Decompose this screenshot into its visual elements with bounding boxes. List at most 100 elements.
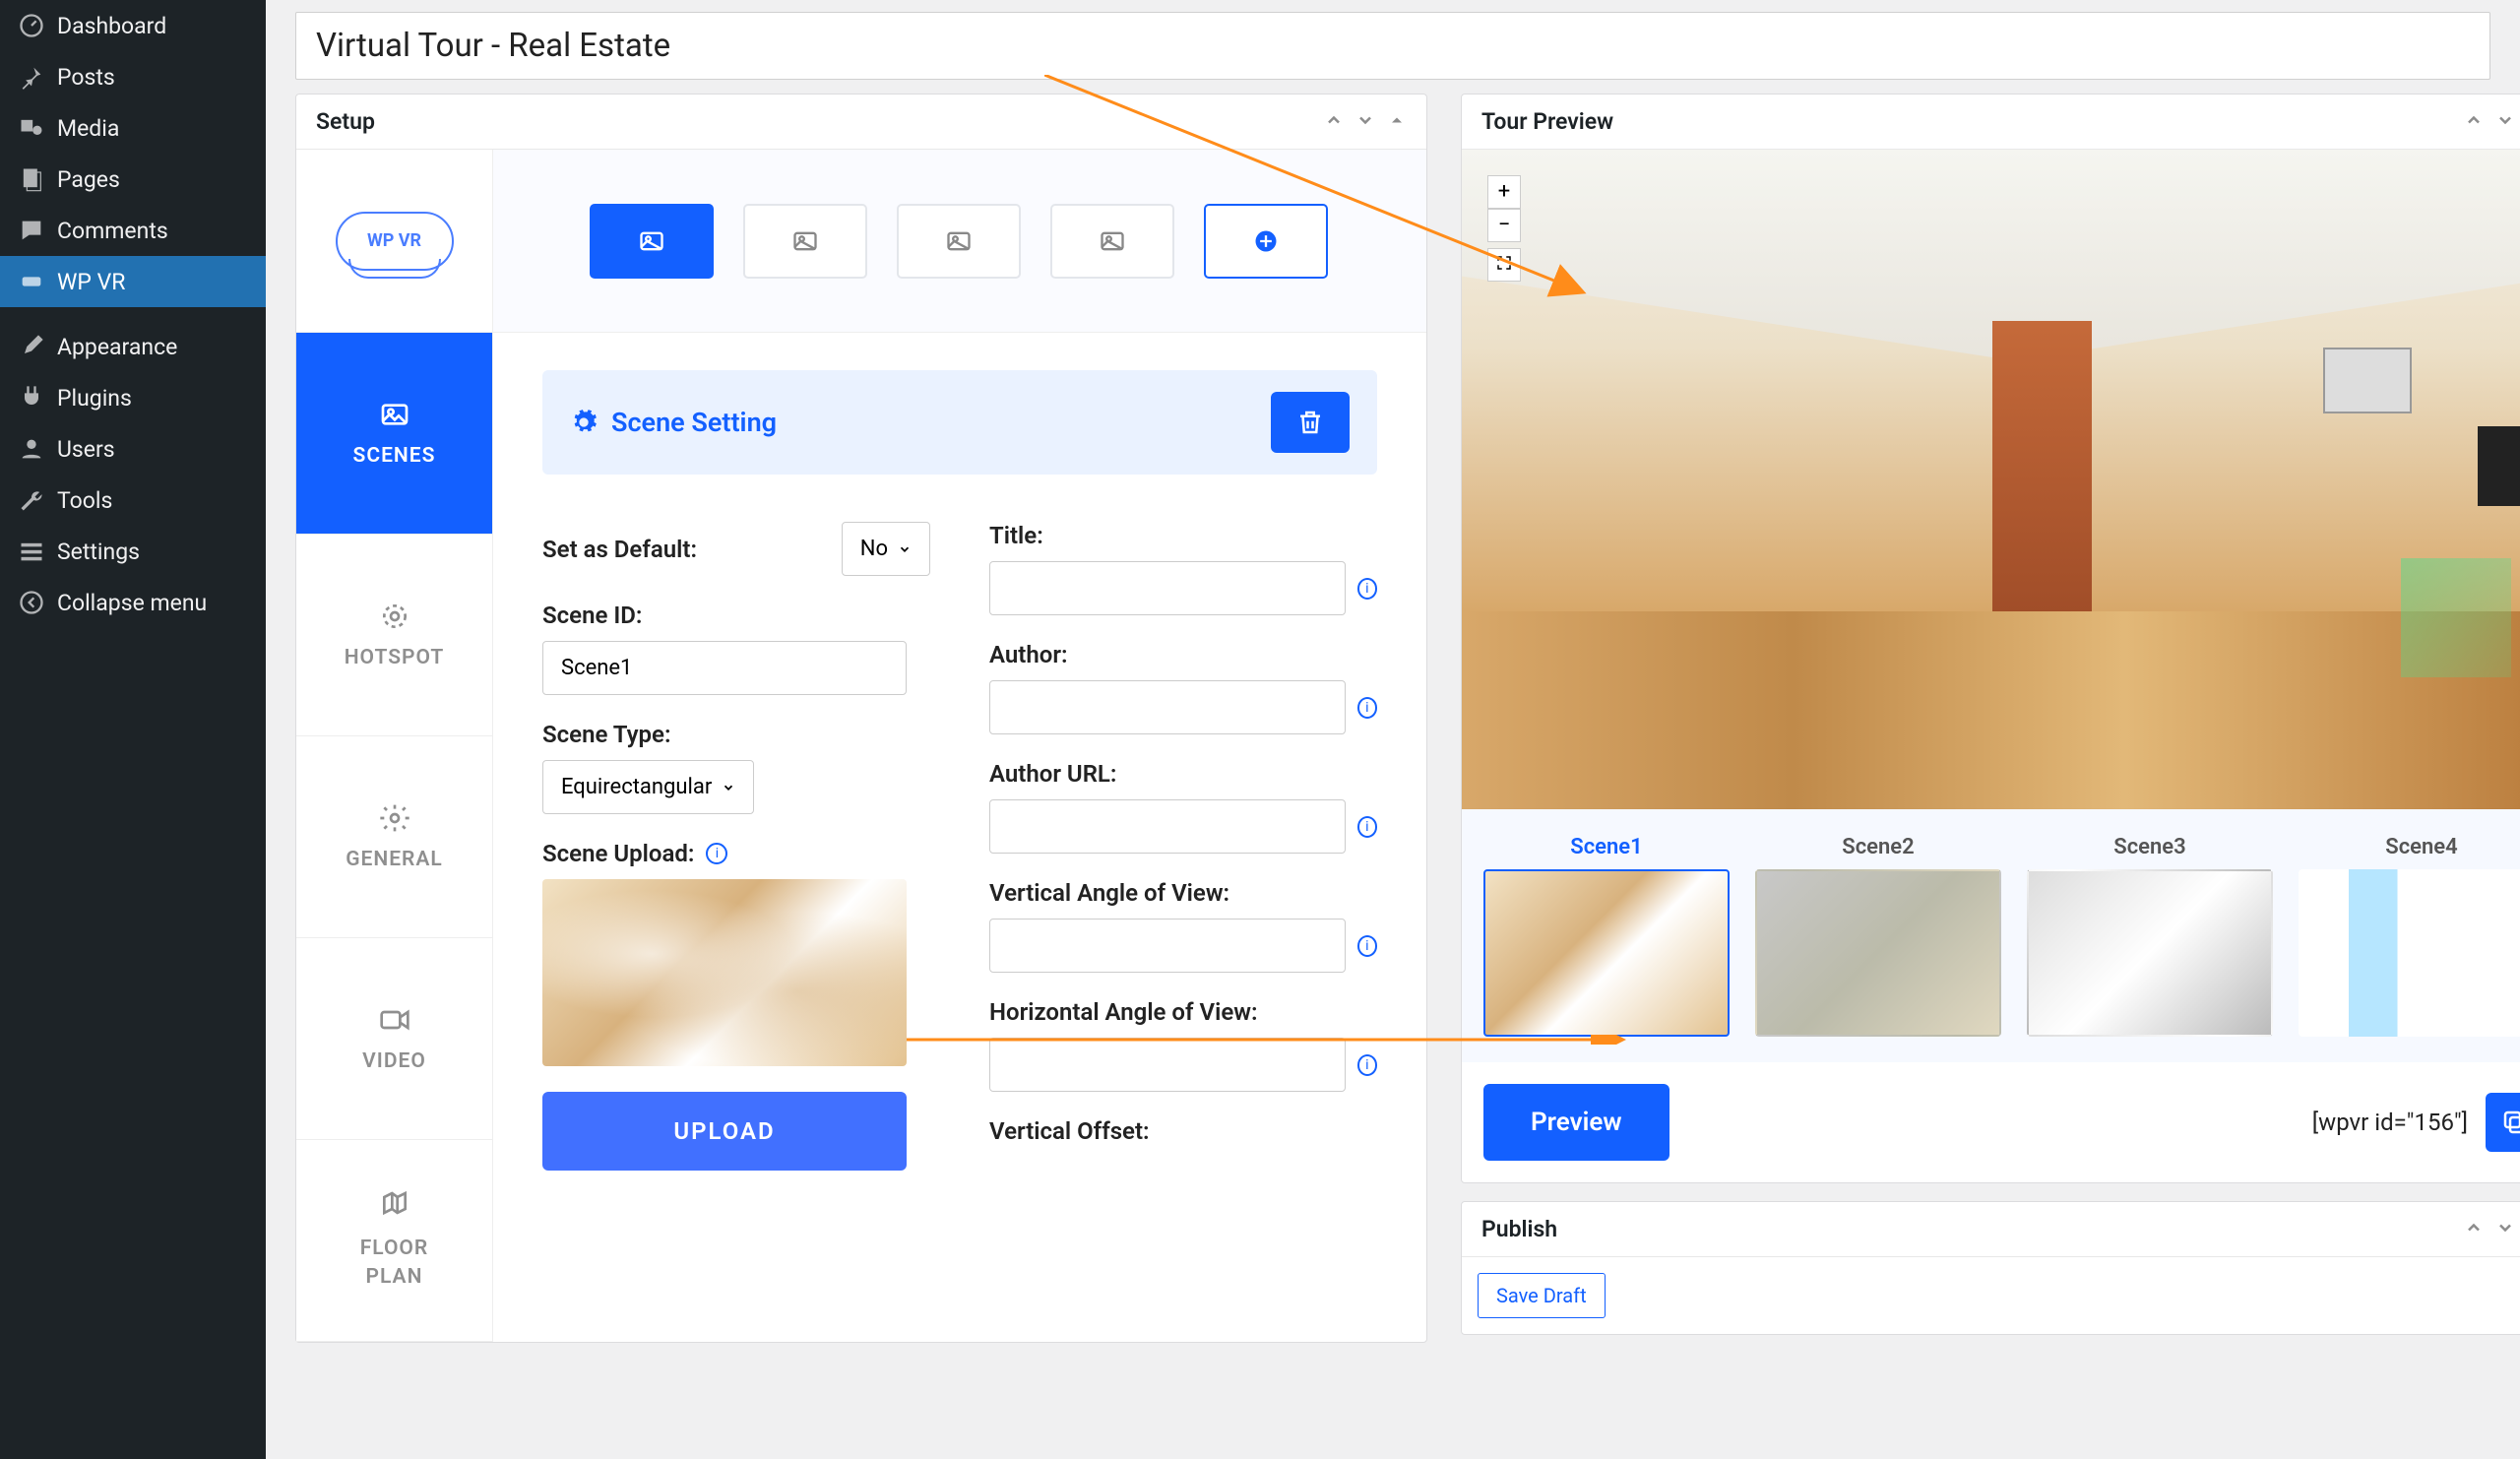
tab-label: GENERAL bbox=[346, 848, 443, 871]
tour-preview-panel: Tour Preview + − bbox=[1461, 94, 2520, 1183]
scene-thumb-2[interactable] bbox=[743, 204, 867, 279]
tab-floorplan[interactable]: FLOORPLAN bbox=[296, 1140, 492, 1342]
zoom-in-button[interactable]: + bbox=[1487, 175, 1521, 209]
set-default-label: Set as Default: bbox=[542, 536, 697, 563]
haov-label: Horizontal Angle of View: bbox=[989, 998, 1377, 1026]
add-scene-button[interactable] bbox=[1204, 204, 1328, 279]
sidebar-item-tools[interactable]: Tools bbox=[0, 475, 266, 526]
scene-tile-3[interactable]: Scene3 bbox=[2027, 835, 2273, 1037]
sidebar-item-comments[interactable]: Comments bbox=[0, 205, 266, 256]
scene-upload-preview[interactable] bbox=[542, 879, 907, 1066]
title-input[interactable] bbox=[989, 561, 1346, 615]
sidebar-item-collapse[interactable]: Collapse menu bbox=[0, 577, 266, 628]
info-icon[interactable]: i bbox=[1357, 935, 1377, 957]
preview-button[interactable]: Preview bbox=[1483, 1084, 1670, 1161]
scene-tile-2[interactable]: Scene2 bbox=[1755, 835, 2001, 1037]
sidebar-item-label: Users bbox=[57, 436, 115, 463]
sidebar-item-plugins[interactable]: Plugins bbox=[0, 372, 266, 423]
setup-panel-title: Setup bbox=[316, 108, 375, 135]
haov-input[interactable] bbox=[989, 1038, 1346, 1092]
scene-setting-title: Scene Setting bbox=[611, 407, 777, 438]
sidebar-item-wpvr[interactable]: WP VR bbox=[0, 256, 266, 307]
author-url-input[interactable] bbox=[989, 799, 1346, 854]
tab-label: HOTSPOT bbox=[345, 646, 445, 669]
wpvr-logo: WP VR bbox=[336, 212, 454, 271]
sidebar-item-appearance[interactable]: Appearance bbox=[0, 321, 266, 372]
panel-down-icon[interactable] bbox=[2495, 110, 2515, 134]
sidebar-item-users[interactable]: Users bbox=[0, 423, 266, 475]
shortcode-text: [wpvr id="156"] bbox=[2312, 1109, 2468, 1136]
scene-type-select[interactable]: Equirectangular bbox=[542, 760, 754, 814]
voffset-label: Vertical Offset: bbox=[989, 1117, 1377, 1145]
sidebar-item-settings[interactable]: Settings bbox=[0, 526, 266, 577]
sidebar-item-label: Plugins bbox=[57, 385, 132, 412]
dashboard-icon bbox=[18, 12, 45, 39]
scene-type-label: Scene Type: bbox=[542, 721, 930, 748]
setup-tabs: WP VR SCENES HOTSPOT GENERAL VIDEO FLOOR… bbox=[296, 150, 493, 1342]
panel-down-icon[interactable] bbox=[1355, 110, 1375, 134]
set-default-select[interactable]: No bbox=[842, 522, 930, 576]
wpvr-icon bbox=[18, 268, 45, 295]
pin-icon bbox=[18, 63, 45, 91]
tab-scenes[interactable]: SCENES bbox=[296, 333, 492, 535]
sidebar-item-media[interactable]: Media bbox=[0, 102, 266, 154]
delete-scene-button[interactable] bbox=[1271, 392, 1350, 453]
scene-picker-strip bbox=[493, 150, 1426, 333]
scene-thumb-3[interactable] bbox=[897, 204, 1021, 279]
scene-thumb-4[interactable] bbox=[1050, 204, 1174, 279]
tab-label: VIDEO bbox=[362, 1049, 426, 1073]
fullscreen-button[interactable] bbox=[1487, 248, 1521, 282]
author-url-label: Author URL: bbox=[989, 760, 1377, 788]
plugin-icon bbox=[18, 384, 45, 412]
scene-upload-label: Scene Upload: bbox=[542, 840, 694, 867]
tab-video[interactable]: VIDEO bbox=[296, 938, 492, 1140]
pages-icon bbox=[18, 165, 45, 193]
sidebar-item-dashboard[interactable]: Dashboard bbox=[0, 0, 266, 51]
fullscreen-icon bbox=[1495, 254, 1513, 272]
zoom-out-button[interactable]: − bbox=[1487, 209, 1521, 242]
panorama-viewer[interactable]: + − bbox=[1462, 150, 2520, 809]
title-label: Title: bbox=[989, 522, 1377, 549]
info-icon[interactable]: i bbox=[706, 843, 727, 864]
vaov-label: Vertical Angle of View: bbox=[989, 879, 1377, 907]
scene-tile-1[interactable]: Scene1 bbox=[1483, 835, 1730, 1037]
sidebar-item-posts[interactable]: Posts bbox=[0, 51, 266, 102]
author-input[interactable] bbox=[989, 680, 1346, 734]
sidebar-item-label: Dashboard bbox=[57, 13, 166, 39]
sidebar-item-pages[interactable]: Pages bbox=[0, 154, 266, 205]
save-draft-button[interactable]: Save Draft bbox=[1478, 1273, 1606, 1318]
tab-general[interactable]: GENERAL bbox=[296, 736, 492, 938]
info-icon[interactable]: i bbox=[1357, 816, 1377, 838]
wrench-icon bbox=[18, 486, 45, 514]
sidebar-item-label: Tools bbox=[57, 487, 112, 514]
preview-panel-title: Tour Preview bbox=[1481, 108, 1613, 135]
panel-up-icon[interactable] bbox=[2464, 1218, 2484, 1241]
post-title-input[interactable] bbox=[295, 12, 2490, 80]
panel-toggle-icon[interactable] bbox=[1387, 110, 1407, 134]
sidebar-item-label: Settings bbox=[57, 539, 140, 565]
copy-icon bbox=[2500, 1108, 2520, 1137]
upload-button[interactable]: UPLOAD bbox=[542, 1092, 907, 1171]
scene-id-input[interactable] bbox=[542, 641, 907, 695]
author-label: Author: bbox=[989, 641, 1377, 668]
copy-shortcode-button[interactable] bbox=[2486, 1093, 2520, 1152]
panel-down-icon[interactable] bbox=[2495, 1218, 2515, 1241]
gear-icon bbox=[570, 409, 598, 436]
scene-thumb-1[interactable] bbox=[590, 204, 714, 279]
scene-tile-4[interactable]: Scene4 bbox=[2299, 835, 2520, 1037]
info-icon[interactable]: i bbox=[1357, 578, 1377, 600]
info-icon[interactable]: i bbox=[1357, 697, 1377, 719]
tab-hotspot[interactable]: HOTSPOT bbox=[296, 535, 492, 736]
sidebar-item-label: WP VR bbox=[57, 269, 125, 295]
sidebar-item-label: Media bbox=[57, 115, 119, 142]
publish-panel: Publish Save Draft bbox=[1461, 1201, 2520, 1335]
panel-up-icon[interactable] bbox=[1324, 110, 1344, 134]
vaov-input[interactable] bbox=[989, 919, 1346, 973]
info-icon[interactable]: i bbox=[1357, 1054, 1377, 1076]
setup-panel: Setup WP VR SCENES HOTSPOT GENERAL VIDEO bbox=[295, 94, 1427, 1343]
trash-icon bbox=[1295, 408, 1325, 437]
panel-up-icon[interactable] bbox=[2464, 110, 2484, 134]
comments-icon bbox=[18, 217, 45, 244]
settings-icon bbox=[18, 538, 45, 565]
admin-sidebar: Dashboard Posts Media Pages Comments WP … bbox=[0, 0, 266, 1459]
